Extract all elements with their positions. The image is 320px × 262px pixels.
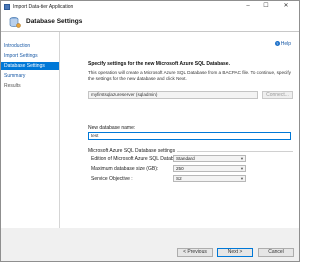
edition-select[interactable]: Standard ▼ (173, 155, 246, 162)
maximize-button[interactable]: ☐ (259, 2, 273, 11)
wizard-nav: Introduction Import Settings Database Se… (1, 32, 60, 228)
description-text: This operation will create a Microsoft A… (88, 70, 291, 81)
close-button[interactable]: ✕ (279, 2, 293, 11)
nav-item-database-settings[interactable]: Database Settings (1, 62, 59, 70)
nav-item-import-settings[interactable]: Import Settings (1, 52, 59, 60)
group-divider (158, 151, 293, 152)
footer-bar (1, 247, 299, 261)
connect-button[interactable]: Connect... (262, 91, 293, 99)
nav-item-introduction[interactable]: Introduction (1, 42, 59, 50)
help-label: Help (280, 41, 291, 47)
title-bar: Import Data-tier Application – ☐ ✕ (1, 1, 299, 13)
window-title: Import Data-tier Application (13, 4, 74, 10)
cancel-button[interactable]: Cancel (258, 248, 294, 257)
max-size-value: 250 (176, 166, 184, 171)
max-size-label: Maximum database size (GB): (91, 166, 159, 172)
service-objective-value: S2 (176, 176, 182, 181)
previous-button[interactable]: < Previous (177, 248, 213, 257)
server-connection-field: myfirstsqlazureserver (sqladmin) (88, 91, 258, 99)
next-button[interactable]: Next > (217, 248, 253, 257)
new-database-name-label: New database name: (88, 125, 136, 131)
group-title: Microsoft Azure SQL Database settings (88, 148, 178, 154)
service-objective-label: Service Objective : (91, 176, 133, 182)
lead-text: Specify settings for the new Microsoft A… (88, 61, 230, 67)
app-icon (4, 4, 10, 10)
max-size-select[interactable]: 250 ▼ (173, 165, 246, 172)
help-icon: ? (274, 41, 280, 47)
edition-label: Edition of Microsoft Azure SQL Database (91, 156, 182, 162)
main-content: ? Help Specify settings for the new Micro… (60, 32, 299, 228)
dialog-window: Import Data-tier Application – ☐ ✕ Datab… (0, 0, 300, 262)
chevron-down-icon: ▼ (240, 166, 244, 171)
nav-item-summary[interactable]: Summary (1, 72, 59, 80)
page-title: Database Settings (26, 18, 83, 25)
edition-value: Standard (176, 156, 195, 161)
page-header: Database Settings (1, 13, 299, 32)
help-link[interactable]: ? Help (274, 41, 291, 47)
chevron-down-icon: ▼ (240, 156, 244, 161)
azure-settings-group: Microsoft Azure SQL Database settings Ed… (88, 148, 293, 192)
database-icon (9, 17, 21, 28)
chevron-down-icon: ▼ (240, 176, 244, 181)
minimize-button[interactable]: – (241, 2, 255, 11)
service-objective-select[interactable]: S2 ▼ (173, 175, 246, 182)
nav-item-results: Results (4, 83, 21, 89)
new-database-name-input[interactable]: test (88, 132, 291, 140)
